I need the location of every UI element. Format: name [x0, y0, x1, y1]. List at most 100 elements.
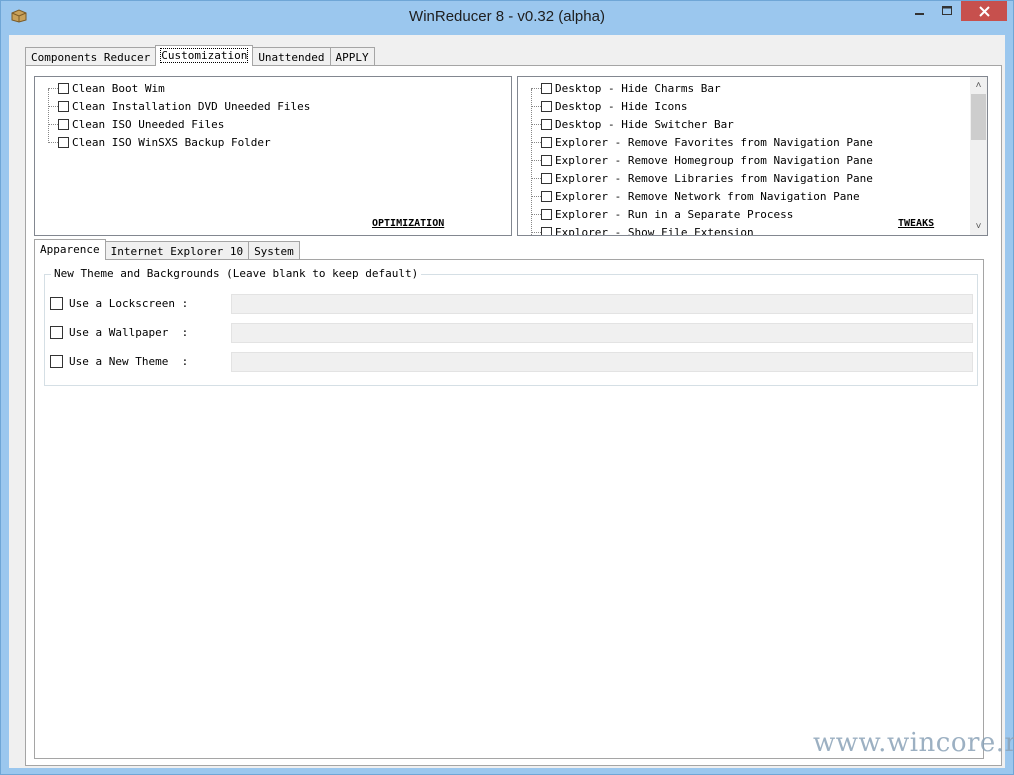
optimization-item-label: Clean ISO Uneeded Files — [72, 117, 225, 131]
checkbox[interactable] — [541, 154, 552, 166]
new-theme-row: Use a New Theme : — [50, 351, 188, 371]
theme-group-title: New Theme and Backgrounds (Leave blank t… — [51, 267, 422, 280]
tab-system[interactable]: System — [248, 241, 300, 260]
checkbox[interactable] — [541, 118, 552, 130]
tab-label: System — [254, 245, 294, 258]
checkbox[interactable] — [58, 118, 69, 130]
optimization-item[interactable]: Clean Installation DVD Uneeded Files — [35, 97, 310, 115]
checkbox[interactable] — [58, 136, 69, 148]
minimize-button[interactable] — [906, 1, 934, 21]
wallpaper-label: Use a Wallpaper : — [69, 325, 189, 339]
theme-group: New Theme and Backgrounds (Leave blank t… — [44, 267, 978, 386]
checkbox[interactable] — [541, 208, 552, 220]
tweak-item[interactable]: Desktop - Hide Icons — [518, 97, 873, 115]
new-theme-path-field[interactable] — [231, 352, 973, 372]
tab-label: Apparence — [40, 243, 100, 256]
new-theme-checkbox[interactable] — [50, 354, 63, 368]
checkbox[interactable] — [541, 100, 552, 112]
tree-connector — [531, 124, 541, 125]
tab-label: APPLY — [335, 51, 369, 64]
tab-internet-explorer-10[interactable]: Internet Explorer 10 — [104, 241, 250, 260]
tweaks-label: TWEAKS — [898, 218, 935, 229]
chevron-up-icon: ˄ — [975, 79, 982, 91]
optimization-item-label: Clean ISO WinSXS Backup Folder — [72, 135, 271, 149]
tree-connector — [531, 214, 541, 215]
client-area: Components Reducer Customization Unatten… — [9, 35, 1005, 768]
optimization-item-label: Clean Boot Wim — [72, 81, 165, 95]
sub-tab-strip: Apparence Internet Explorer 10 System — [34, 239, 300, 260]
title-bar[interactable]: WinReducer 8 - v0.32 (alpha) — [1, 1, 1013, 35]
checkbox[interactable] — [541, 136, 552, 148]
tweak-item[interactable]: Explorer - Remove Libraries from Navigat… — [518, 169, 873, 187]
chevron-down-icon: ˅ — [975, 220, 982, 232]
tab-label: Unattended — [258, 51, 325, 64]
tweaks-scrollbar[interactable]: ˄ ˅ — [970, 77, 987, 235]
close-button[interactable] — [961, 1, 1007, 21]
scroll-up-button[interactable]: ˄ — [970, 77, 987, 94]
tree-connector — [531, 106, 541, 107]
window-title: WinReducer 8 - v0.32 (alpha) — [409, 8, 605, 25]
apparence-panel: New Theme and Backgrounds (Leave blank t… — [34, 259, 984, 759]
customization-panel: Clean Boot Wim Clean Installation DVD Un… — [25, 65, 1002, 766]
tree-connector — [531, 142, 541, 143]
tree-connector — [531, 88, 541, 89]
tab-label: Components Reducer — [31, 51, 151, 64]
wallpaper-path-field[interactable] — [231, 323, 973, 343]
tweak-item-label: Desktop - Hide Charms Bar — [555, 81, 721, 95]
tweak-item-label: Explorer - Run in a Separate Process — [555, 207, 794, 221]
tweak-item[interactable]: Explorer - Remove Network from Navigatio… — [518, 187, 873, 205]
optimization-label: OPTIMIZATION — [372, 218, 445, 229]
watermark: www.wincore.ru — [813, 728, 1014, 758]
tweaks-list: Desktop - Hide Charms Bar Desktop - Hide… — [518, 79, 873, 236]
scroll-thumb[interactable] — [971, 94, 986, 140]
main-tab-strip: Components Reducer Customization Unatten… — [25, 45, 375, 66]
tab-apply[interactable]: APPLY — [329, 47, 375, 66]
tweaks-tree: Desktop - Hide Charms Bar Desktop - Hide… — [517, 76, 988, 236]
tab-label: Customization — [160, 48, 249, 63]
tweak-item[interactable]: Desktop - Hide Charms Bar — [518, 79, 873, 97]
tree-connector — [48, 88, 58, 89]
optimization-item[interactable]: Clean Boot Wim — [35, 79, 310, 97]
tweak-item[interactable]: Explorer - Remove Favorites from Navigat… — [518, 133, 873, 151]
tweak-item-label: Explorer - Remove Homegroup from Navigat… — [555, 153, 873, 167]
tab-apparence[interactable]: Apparence — [34, 239, 106, 260]
checkbox[interactable] — [58, 82, 69, 94]
tweak-item[interactable]: Explorer - Remove Homegroup from Navigat… — [518, 151, 873, 169]
checkbox[interactable] — [541, 82, 552, 94]
maximize-icon — [942, 6, 952, 15]
tab-components-reducer[interactable]: Components Reducer — [25, 47, 157, 66]
checkbox[interactable] — [541, 172, 552, 184]
tab-unattended[interactable]: Unattended — [252, 47, 331, 66]
tree-connector — [531, 232, 541, 233]
tab-customization[interactable]: Customization — [155, 45, 254, 66]
lockscreen-checkbox[interactable] — [50, 296, 63, 310]
tree-connector — [48, 124, 58, 125]
app-window: WinReducer 8 - v0.32 (alpha) Components … — [0, 0, 1014, 775]
tweak-item[interactable]: Explorer - Show File Extension — [518, 223, 873, 236]
tree-connector — [531, 160, 541, 161]
tweak-item-label: Explorer - Show File Extension — [555, 225, 754, 236]
tweak-item[interactable]: Desktop - Hide Switcher Bar — [518, 115, 873, 133]
tree-connector — [531, 196, 541, 197]
checkbox[interactable] — [541, 190, 552, 202]
tweak-item-label: Desktop - Hide Switcher Bar — [555, 117, 734, 131]
tweak-item-label: Desktop - Hide Icons — [555, 99, 688, 113]
checkbox[interactable] — [541, 226, 552, 235]
lockscreen-row: Use a Lockscreen : — [50, 293, 188, 313]
lockscreen-path-field[interactable] — [231, 294, 973, 314]
checkbox[interactable] — [58, 100, 69, 112]
tweak-item[interactable]: Explorer - Run in a Separate Process — [518, 205, 873, 223]
scroll-down-button[interactable]: ˅ — [970, 218, 987, 235]
optimization-item[interactable]: Clean ISO WinSXS Backup Folder — [35, 133, 310, 151]
optimization-list: Clean Boot Wim Clean Installation DVD Un… — [35, 79, 310, 151]
close-icon — [978, 5, 990, 17]
minimize-icon — [915, 13, 924, 15]
maximize-button[interactable] — [934, 1, 960, 21]
optimization-item[interactable]: Clean ISO Uneeded Files — [35, 115, 310, 133]
optimization-tree: Clean Boot Wim Clean Installation DVD Un… — [34, 76, 512, 236]
wallpaper-checkbox[interactable] — [50, 325, 63, 339]
tweak-item-label: Explorer - Remove Libraries from Navigat… — [555, 171, 873, 185]
new-theme-label: Use a New Theme : — [69, 354, 189, 368]
tweak-item-label: Explorer - Remove Favorites from Navigat… — [555, 135, 873, 149]
tree-connector — [48, 142, 58, 143]
